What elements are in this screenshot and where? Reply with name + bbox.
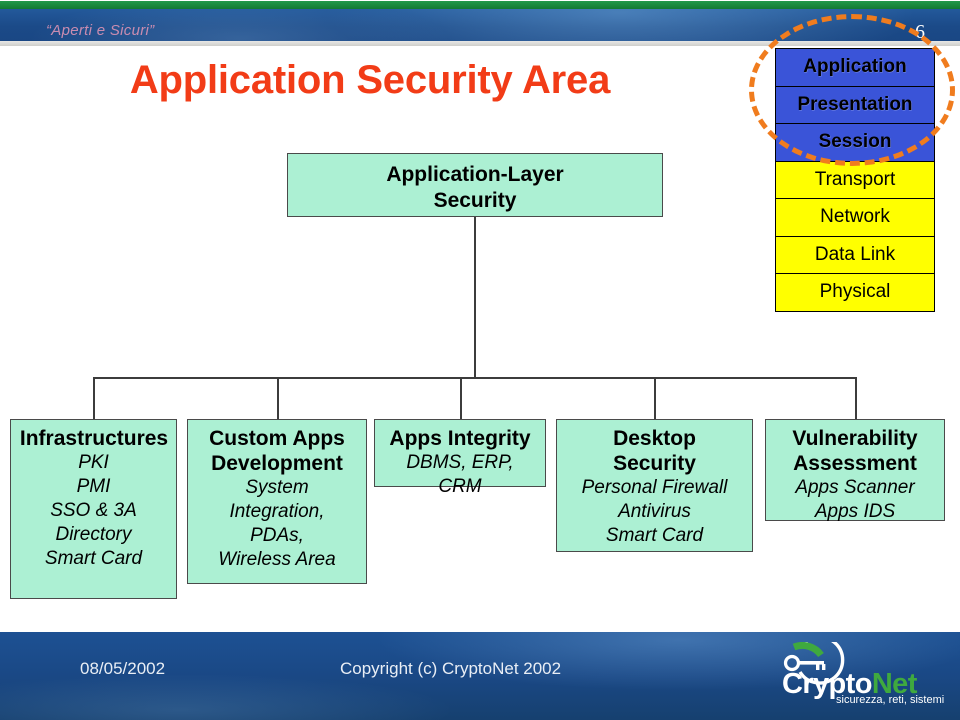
- osi-layer-transport: Transport: [775, 160, 935, 200]
- box-detail-dbms-erp: DBMS, ERP,: [406, 452, 514, 473]
- header-underline: [0, 41, 960, 46]
- connector-drop-custom-apps: [277, 377, 279, 419]
- connector-drop-apps-integrity: [460, 377, 462, 419]
- box-heading-line1: Custom Apps: [209, 427, 345, 450]
- osi-layer-physical: Physical: [775, 273, 935, 312]
- box-heading-line2: Security: [613, 452, 696, 475]
- box-detail-system: System: [245, 477, 309, 498]
- osi-layer-application: Application: [775, 48, 935, 87]
- connector-drop-vulnerability: [855, 377, 857, 419]
- box-detail-pki: PKI: [78, 452, 109, 473]
- connector-drop-infrastructures: [93, 377, 95, 419]
- banner-title: “Aperti e Sicuri”: [46, 22, 155, 39]
- box-detail-crm: CRM: [438, 476, 482, 497]
- box-heading-line2: Security: [433, 189, 517, 212]
- footer-copyright: Copyright (c) CryptoNet 2002: [340, 659, 562, 678]
- box-detail-wireless-area: Wireless Area: [218, 549, 336, 570]
- box-detail-personal-firewall: Personal Firewall: [581, 477, 728, 498]
- osi-layer-presentation: Presentation: [775, 85, 935, 125]
- osi-layer-data-link: Data Link: [775, 235, 935, 275]
- connector-trunk: [474, 217, 476, 378]
- box-detail-pdas: PDAs,: [250, 525, 304, 546]
- header-banner: “Aperti e Sicuri” 6: [0, 9, 960, 41]
- box-heading-line2: Assessment: [793, 452, 917, 475]
- cryptonet-logo: CryptoNet sicurezza, reti, sistemi: [760, 642, 945, 708]
- box-detail-pmi: PMI: [76, 476, 111, 497]
- box-vulnerability-assessment: Vulnerability Assessment Apps Scanner Ap…: [765, 419, 945, 522]
- header-green-strip: [0, 1, 960, 9]
- slide-number: 6: [915, 21, 925, 41]
- box-custom-apps-development: Custom Apps Development System Integrati…: [187, 419, 367, 584]
- osi-layer-network: Network: [775, 198, 935, 237]
- osi-layer-stack: Application Presentation Session Transpo…: [775, 48, 935, 312]
- box-heading: Apps Integrity: [389, 427, 531, 450]
- box-desktop-security: Desktop Security Personal Firewall Antiv…: [556, 419, 753, 552]
- connector-drop-desktop-security: [654, 377, 656, 419]
- slide-footer: 08/05/2002 Copyright (c) CryptoNet 2002 …: [0, 632, 960, 720]
- box-detail-sso-3a: SSO & 3A: [50, 500, 137, 521]
- box-detail-smart-card: Smart Card: [44, 548, 143, 569]
- box-apps-integrity: Apps Integrity DBMS, ERP, CRM: [374, 419, 546, 497]
- box-heading-line2: Development: [211, 452, 343, 475]
- footer-date: 08/05/2002: [80, 659, 166, 678]
- box-heading-line1: Desktop: [613, 427, 696, 450]
- box-detail-antivirus: Antivirus: [618, 501, 691, 522]
- box-detail-integration: Integration,: [229, 501, 325, 522]
- box-heading-line1: Application-Layer: [386, 163, 564, 186]
- osi-layer-session: Session: [775, 123, 935, 162]
- box-detail-apps-ids: Apps IDS: [814, 501, 896, 522]
- box-application-layer-security: Application-Layer Security: [287, 153, 663, 217]
- page-title: Application Security Area: [129, 58, 611, 102]
- box-detail-directory: Directory: [55, 524, 132, 545]
- box-detail-smart-card: Smart Card: [605, 525, 704, 546]
- logo-tagline: sicurezza, reti, sistemi: [836, 694, 945, 706]
- box-infrastructures: Infrastructures PKI PMI SSO & 3A Directo…: [10, 419, 177, 599]
- connector-bus: [93, 377, 856, 379]
- box-heading-line1: Vulnerability: [792, 427, 918, 450]
- box-heading: Infrastructures: [19, 427, 169, 450]
- box-detail-apps-scanner: Apps Scanner: [795, 477, 915, 498]
